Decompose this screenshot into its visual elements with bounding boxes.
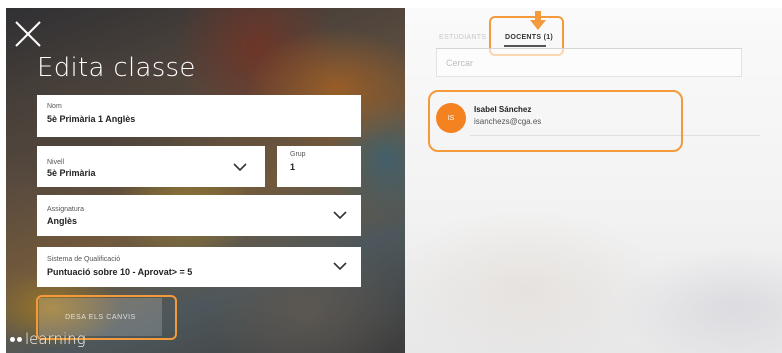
down-arrow-icon	[530, 11, 546, 30]
chevron-down-icon	[333, 262, 347, 271]
close-button[interactable]	[12, 18, 44, 50]
logo-dots	[10, 336, 22, 342]
group-label: Grup	[290, 151, 306, 158]
grading-system-value: Puntuació sobre 10 - Aprovat> = 5	[47, 267, 193, 277]
level-select[interactable]: Nivell 5è Primària	[37, 146, 265, 187]
page-title: Edita classe	[37, 53, 196, 83]
close-icon	[15, 21, 41, 47]
level-label: Nivell	[47, 159, 65, 166]
name-field[interactable]: Nom 5è Primària 1 Anglès	[37, 95, 361, 137]
logo: learning	[10, 330, 86, 348]
edit-class-panel: Edita classe Nom 5è Primària 1 Anglès Ni…	[6, 8, 405, 353]
subject-select[interactable]: Assignatura Anglès	[37, 195, 361, 236]
chevron-down-icon	[233, 163, 247, 172]
grading-system-label: Sistema de Qualificació	[47, 256, 121, 263]
chevron-down-icon	[333, 211, 347, 220]
tab-students[interactable]: ESTUDIANTS	[439, 34, 486, 41]
group-field[interactable]: Grup 1	[277, 146, 361, 187]
subject-value: Anglès	[47, 216, 78, 226]
search-input[interactable]	[436, 49, 742, 77]
subject-label: Assignatura	[47, 206, 84, 213]
teacher-highlight	[428, 90, 683, 152]
group-value: 1	[290, 162, 296, 172]
level-value: 5è Primària	[47, 168, 96, 178]
grading-system-select[interactable]: Sistema de Qualificació Puntuació sobre …	[37, 247, 361, 287]
logo-text: learning	[25, 330, 86, 348]
name-value: 5è Primària 1 Anglès	[47, 114, 136, 124]
members-panel: ESTUDIANTS DOCENTS (1) IS Isabel Sánchez…	[405, 8, 782, 353]
name-label: Nom	[47, 103, 62, 110]
